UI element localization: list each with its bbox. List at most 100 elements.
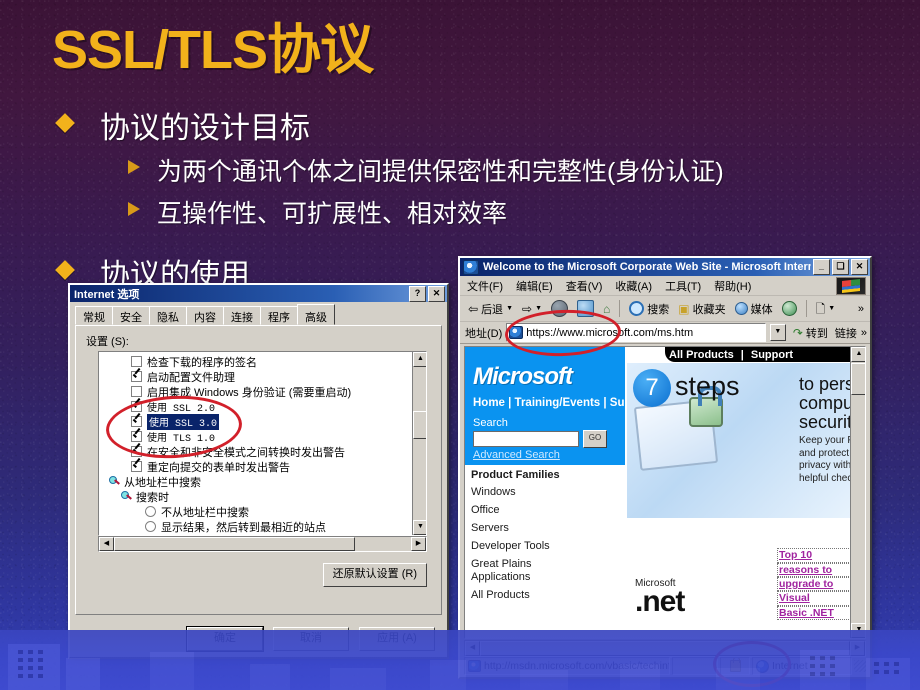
checkbox-checked-icon[interactable] [131, 371, 142, 382]
scroll-down-icon[interactable]: ▼ [413, 520, 426, 535]
checkbox-checked-icon[interactable] [131, 431, 142, 442]
address-dropdown-icon[interactable]: ▼ [769, 324, 786, 341]
search-button[interactable]: 搜索 [626, 300, 672, 318]
scrollbar-thumb-h[interactable] [114, 537, 355, 551]
checkbox-checked-icon[interactable] [131, 446, 142, 457]
browser-toolbar[interactable]: ⇦ 后退 ▼ ⇨ ▼ ⌂ 搜索 ▣ 收藏夹 媒体 🗋 ▼ » [460, 296, 870, 322]
list-item[interactable]: 启用集成 Windows 身份验证 (需要重启动) [99, 384, 413, 399]
tab-content[interactable]: 内容 [186, 306, 224, 325]
checkbox-checked-icon[interactable] [131, 461, 142, 472]
checkbox-unchecked-icon[interactable] [131, 356, 142, 367]
menu-file[interactable]: 文件(F) [467, 278, 503, 294]
sidebar-item-servers[interactable]: Servers [471, 522, 621, 534]
checkbox-checked-icon[interactable] [131, 416, 142, 427]
browser-menu-bar[interactable]: 文件(F) 编辑(E) 查看(V) 收藏(A) 工具(T) 帮助(H) [460, 276, 870, 296]
checkbox-unchecked-icon[interactable] [131, 386, 142, 397]
page-horizontal-scrollbar[interactable]: ◀ ▶ [464, 640, 866, 657]
advanced-search-link[interactable]: Advanced Search [473, 449, 560, 461]
tab-connections[interactable]: 连接 [223, 306, 261, 325]
close-button[interactable]: ✕ [851, 259, 868, 275]
links-label[interactable]: 链接 [835, 325, 857, 341]
sidebar-item-great-plains[interactable]: Great Plains Applications [471, 558, 563, 583]
search-input[interactable] [473, 431, 579, 447]
scroll-left-icon[interactable]: ◀ [465, 641, 480, 656]
topnav-all-products[interactable]: All Products [669, 349, 734, 361]
menu-edit[interactable]: 编辑(E) [516, 278, 553, 294]
internet-explorer-window[interactable]: Welcome to the Microsoft Corporate Web S… [458, 256, 872, 679]
search-go-button[interactable]: GO [583, 430, 607, 448]
radio-unchecked-icon[interactable] [145, 506, 156, 517]
list-item[interactable]: 使用 TLS 1.0 [99, 429, 413, 445]
scroll-up-icon[interactable]: ▲ [851, 347, 865, 362]
promo-link-block[interactable]: Top 10 reasons to upgrade to Visual Basi… [777, 548, 851, 620]
list-item[interactable]: 显示结果，然后转到最相近的站点 [99, 519, 413, 534]
menu-favorites[interactable]: 收藏(A) [615, 278, 652, 294]
dialog-tabs[interactable]: 常规 安全 隐私 内容 连接 程序 高级 [75, 304, 447, 325]
back-button[interactable]: ⇦ 后退 ▼ [465, 300, 516, 318]
sidebar-item-office[interactable]: Office [471, 504, 621, 516]
maximize-button[interactable]: ❑ [832, 259, 849, 275]
promo-line-1[interactable]: Top 10 [777, 548, 851, 563]
list-item[interactable]: 启动配置文件助理 [99, 369, 413, 384]
internet-options-dialog[interactable]: Internet 选项 ? ✕ 常规 安全 隐私 内容 连接 程序 高级 设置 … [68, 283, 449, 659]
minimize-button[interactable]: _ [813, 259, 830, 275]
list-group[interactable]: 从地址栏中搜索 [99, 474, 413, 489]
chevron-down-icon[interactable]: ▼ [506, 305, 513, 312]
list-item[interactable]: 重定向提交的表单时发出警告 [99, 459, 413, 474]
tab-general[interactable]: 常规 [75, 306, 113, 325]
favorites-button[interactable]: ▣ 收藏夹 [675, 300, 728, 318]
toolbar-overflow-button[interactable]: » [855, 302, 867, 316]
page-top-nav[interactable]: All Products | Support [665, 347, 865, 362]
refresh-button[interactable] [574, 299, 597, 318]
topnav-support[interactable]: Support [751, 349, 793, 361]
chevron-down-icon[interactable]: ▼ [535, 305, 542, 312]
promo-line-2[interactable]: reasons to [777, 562, 851, 577]
promo-line-3[interactable]: upgrade to [777, 576, 851, 592]
cancel-button[interactable]: 取消 [273, 627, 349, 651]
scroll-up-icon[interactable]: ▲ [413, 352, 426, 367]
scroll-left-icon[interactable]: ◀ [99, 537, 114, 551]
address-bar[interactable]: 地址(D) https://www.microsoft.com/ms.htm ▼… [460, 322, 870, 344]
close-button[interactable]: ✕ [428, 285, 445, 302]
menu-view[interactable]: 查看(V) [566, 278, 603, 294]
list-group[interactable]: 搜索时 [99, 489, 413, 504]
settings-listbox[interactable]: 检查下载的程序的签名 启动配置文件助理 启用集成 Windows 身份验证 (需… [98, 351, 427, 536]
list-item[interactable]: 不从地址栏中搜索 [99, 504, 413, 519]
address-input[interactable]: https://www.microsoft.com/ms.htm [506, 323, 766, 342]
mail-button[interactable]: 🗋 ▼ [813, 302, 839, 316]
go-button[interactable]: ↷ 转到 [790, 324, 831, 342]
tab-advanced[interactable]: 高级 [297, 304, 335, 325]
tab-privacy[interactable]: 隐私 [149, 306, 187, 325]
apply-button[interactable]: 应用 (A) [359, 627, 435, 651]
scroll-right-icon[interactable]: ▶ [411, 537, 426, 551]
hero-banner[interactable]: 7 steps to personal computer security Ke… [627, 363, 865, 518]
ok-button[interactable]: 确定 [186, 626, 264, 652]
chevron-down-icon[interactable]: ▼ [828, 305, 835, 312]
sidebar-item-developer-tools[interactable]: Developer Tools [471, 540, 621, 552]
listbox-horizontal-scrollbar[interactable]: ◀ ▶ [98, 536, 427, 552]
scroll-down-icon[interactable]: ▼ [851, 623, 865, 638]
list-item[interactable]: 检查下载的程序的签名 [99, 354, 413, 369]
listbox-vertical-scrollbar[interactable]: ▲ ▼ [412, 352, 426, 535]
list-item-selected[interactable]: 使用 SSL 3.0 [99, 413, 413, 430]
scroll-right-icon[interactable]: ▶ [850, 641, 865, 656]
tab-security[interactable]: 安全 [112, 306, 150, 325]
forward-button[interactable]: ⇨ ▼ [519, 302, 545, 316]
list-item[interactable]: 在安全和非安全模式之间转换时发出警告 [99, 444, 413, 459]
stop-button[interactable] [548, 299, 571, 318]
scrollbar-thumb[interactable] [413, 411, 426, 439]
tab-programs[interactable]: 程序 [260, 306, 298, 325]
checkbox-checked-icon[interactable] [131, 401, 142, 412]
help-button[interactable]: ? [409, 285, 426, 302]
promo-line-4[interactable]: Visual [777, 591, 851, 606]
resize-grip-icon[interactable] [854, 660, 866, 672]
promo-line-5[interactable]: Basic .NET [777, 605, 851, 620]
sidebar-item-windows[interactable]: Windows [471, 486, 621, 498]
home-button[interactable]: ⌂ [600, 302, 613, 316]
address-overflow-icon[interactable]: » [861, 327, 867, 339]
radio-unchecked-icon[interactable] [145, 521, 156, 532]
media-button[interactable]: 媒体 [732, 300, 776, 318]
history-button[interactable] [779, 300, 800, 317]
list-item[interactable]: 使用 SSL 2.0 [99, 399, 413, 415]
scrollbar-thumb-h[interactable] [480, 641, 850, 656]
